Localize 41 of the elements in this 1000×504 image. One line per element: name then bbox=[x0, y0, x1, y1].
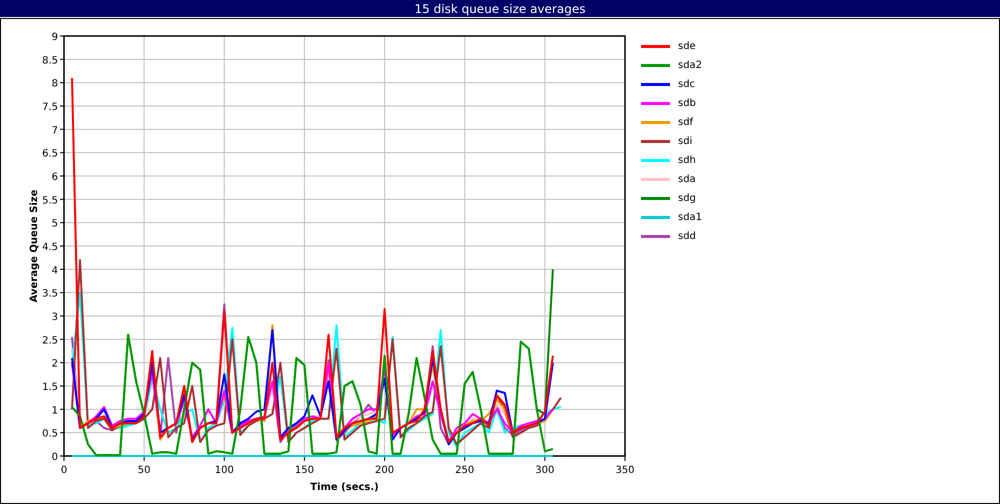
tick-label: 300 bbox=[535, 465, 554, 476]
legend-label: sdf bbox=[678, 117, 694, 128]
tick-label: 6.5 bbox=[42, 148, 58, 160]
tick-label: 6 bbox=[52, 172, 58, 183]
tick-label: 2 bbox=[52, 358, 58, 370]
tick-label: 50 bbox=[138, 465, 150, 476]
tick-label: 0 bbox=[60, 465, 68, 476]
y-axis-title: Average Queue Size bbox=[29, 190, 40, 302]
tick-label: 7 bbox=[52, 125, 58, 136]
tick-label: 350 bbox=[615, 465, 635, 476]
legend-label: sdb bbox=[678, 98, 696, 109]
x-axis-title: Time (secs.) bbox=[310, 482, 379, 493]
legend-label: sda2 bbox=[678, 60, 702, 71]
tick-label: 5.5 bbox=[42, 195, 58, 206]
legend-label: sda1 bbox=[678, 212, 702, 223]
legend-label: sde bbox=[678, 41, 696, 52]
chart-title: 15 disk queue size averages bbox=[414, 2, 586, 16]
tick-label: 200 bbox=[375, 465, 394, 476]
tick-label: 250 bbox=[455, 465, 474, 476]
tick-label: 100 bbox=[214, 465, 234, 476]
tick-label: 7.5 bbox=[42, 102, 58, 113]
tick-label: 0 bbox=[52, 452, 58, 463]
tick-label: 2.5 bbox=[42, 335, 58, 346]
tick-label: 8 bbox=[52, 78, 58, 90]
legend-label: sdi bbox=[678, 136, 692, 147]
tick-label: 5 bbox=[52, 218, 58, 230]
legend-label: sdg bbox=[678, 193, 696, 204]
tick-label: 150 bbox=[294, 465, 314, 476]
tick-label: 1 bbox=[52, 405, 58, 416]
tick-label: 8.5 bbox=[42, 55, 58, 66]
tick-label: 0.5 bbox=[42, 428, 58, 440]
tick-label: 3.5 bbox=[42, 288, 58, 300]
legend-label: sda bbox=[678, 174, 696, 185]
legend-label: sdc bbox=[678, 79, 696, 90]
tick-label: 1.5 bbox=[42, 382, 58, 393]
tick-label: 9 bbox=[52, 32, 58, 43]
tick-label: 3 bbox=[52, 312, 58, 323]
tick-label: 4 bbox=[52, 265, 58, 276]
legend-label: sdh bbox=[678, 155, 696, 166]
legend-label: sdd bbox=[678, 231, 696, 242]
tick-label: 4.5 bbox=[42, 242, 58, 253]
